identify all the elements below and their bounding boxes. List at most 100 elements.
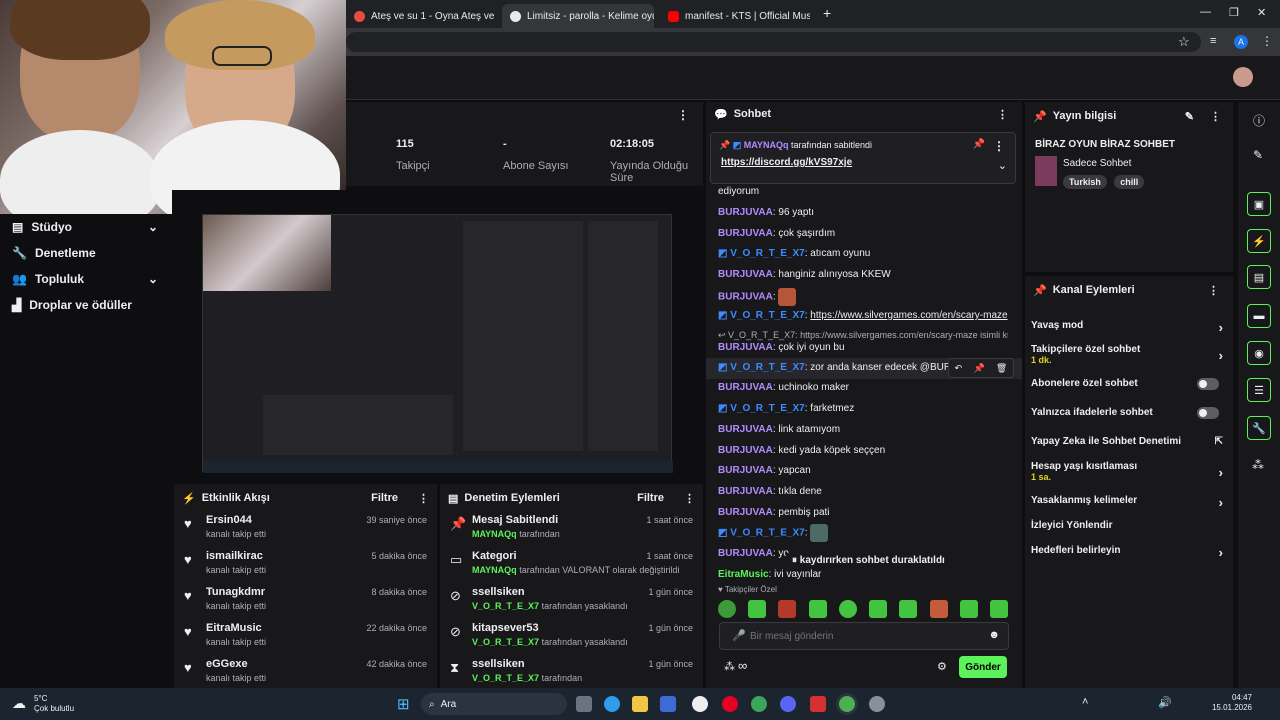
chat-message-hover[interactable]: ◩ V_O_R_T_E_X7: zor anda kanser edecek @… xyxy=(706,358,1022,379)
edit-icon[interactable]: ✎ xyxy=(1253,148,1263,162)
sidebar-item-studio[interactable]: ▤ Stüdyo ⌄ xyxy=(0,214,172,240)
emote-icon[interactable] xyxy=(778,600,797,618)
emote-icon[interactable] xyxy=(808,600,827,618)
emote-icon[interactable] xyxy=(869,600,888,618)
minimize-icon[interactable]: — xyxy=(1200,6,1211,18)
sidebar-item-drops[interactable]: ▟ Droplar ve ödüller xyxy=(0,292,172,318)
chat-username[interactable]: BURJUVAA xyxy=(718,507,773,518)
chat-username[interactable]: BURJUVAA xyxy=(718,207,773,218)
sidebar-item-community[interactable]: 👥 Topluluk ⌄ xyxy=(0,266,172,292)
chat-username[interactable]: V_O_R_T_E_X7 xyxy=(730,248,805,259)
chat-message[interactable]: ◩ V_O_R_T_E_X7: atıcam oyunu xyxy=(718,248,870,259)
chrome-icon[interactable] xyxy=(839,696,855,712)
chat-link[interactable]: https://www.silvergames.com/en/scary-maz… xyxy=(810,310,1007,321)
emote-icon[interactable] xyxy=(959,600,978,618)
browser-tab-active[interactable]: Limitsiz - parolla - Kelime oyun ✕ xyxy=(502,4,654,28)
chat-username[interactable]: BURJUVAA xyxy=(718,424,773,435)
close-window-icon[interactable]: ✕ xyxy=(1257,6,1266,19)
filter-button[interactable]: Filtre xyxy=(371,492,398,504)
send-button[interactable]: Gönder xyxy=(959,656,1007,678)
reading-list-icon[interactable]: ≡ xyxy=(1210,35,1216,47)
file-explorer-icon[interactable] xyxy=(632,696,648,712)
document-icon[interactable]: ▤ xyxy=(1247,265,1271,289)
category-name[interactable]: Sadece Sohbet xyxy=(1063,158,1131,169)
gear-icon[interactable]: ⚙ xyxy=(937,660,947,673)
chat-input[interactable] xyxy=(750,627,980,645)
avatar[interactable] xyxy=(1233,67,1253,87)
chat-username[interactable]: BURJUVAA xyxy=(718,548,773,559)
maximize-icon[interactable]: ❐ xyxy=(1229,6,1239,19)
more-options-icon[interactable]: ⋮ xyxy=(677,108,689,122)
extensions-icon[interactable]: ⁂ xyxy=(1252,458,1264,472)
list-item[interactable]: ⊘ kitapsever53 V_O_R_T_E_X7 tarafından y… xyxy=(440,620,703,656)
chat-message[interactable]: BURJUVAA: uchinoko maker xyxy=(718,382,849,393)
lightning-icon[interactable]: ⚡ xyxy=(1247,229,1271,253)
new-tab-button[interactable]: + xyxy=(823,5,831,21)
chat-username[interactable]: BURJUVAA xyxy=(718,445,773,456)
layout-icon[interactable]: ☰ xyxy=(1247,378,1271,402)
raid-action[interactable]: İzleyici Yönlendir xyxy=(1031,520,1227,531)
browser-tab[interactable]: manifest - KTS | Official Music ✕ xyxy=(660,4,810,28)
filter-button[interactable]: Filtre xyxy=(637,492,664,504)
chat-username[interactable]: BURJUVAA xyxy=(718,486,773,497)
chevron-down-icon[interactable]: ⌄ xyxy=(998,159,1007,172)
settings-gear-icon[interactable] xyxy=(869,696,885,712)
pinterest-icon[interactable] xyxy=(722,696,738,712)
chat-message[interactable]: BURJUVAA: çok iyi oyun bu xyxy=(718,342,845,353)
more-options-icon[interactable]: ⋮ xyxy=(1210,110,1221,123)
channel-points-icon[interactable]: ⁂ xyxy=(724,660,735,673)
profile-avatar-icon[interactable]: A xyxy=(1234,35,1248,49)
stream-preview[interactable] xyxy=(172,190,703,486)
github-icon[interactable] xyxy=(692,696,708,712)
more-options-icon[interactable]: ⋮ xyxy=(1208,284,1219,297)
chat-message[interactable]: ◩ V_O_R_T_E_X7: farketmez xyxy=(718,403,854,414)
subs-only-toggle[interactable] xyxy=(1197,378,1219,390)
globe-icon[interactable] xyxy=(751,696,767,712)
broadcast-icon[interactable]: ◉ xyxy=(1247,341,1271,365)
list-item[interactable]: ♥ ismailkirac kanalı takip etti 5 dakika… xyxy=(174,548,437,584)
chat-message[interactable]: BURJUVAA: tıkla dene xyxy=(718,486,822,497)
chat-bubble-icon[interactable]: ▬ xyxy=(1247,304,1271,328)
tag-pill[interactable]: chill xyxy=(1114,175,1145,189)
taskbar-search[interactable]: ⌕ Ara xyxy=(421,693,567,715)
info-icon[interactable]: ⓘ xyxy=(1253,112,1265,129)
store-icon[interactable] xyxy=(660,696,676,712)
windows-start-icon[interactable]: ⊞ xyxy=(397,695,410,713)
slow-mode-action[interactable]: Yavaş mod › xyxy=(1031,320,1227,335)
banned-words-action[interactable]: Yasaklanmış kelimeler › xyxy=(1031,495,1227,510)
emote-icon[interactable] xyxy=(718,600,736,618)
list-item[interactable]: ♥ Ersin044 kanalı takip etti 39 saniye ö… xyxy=(174,512,437,548)
chat-username[interactable]: BURJUVAA xyxy=(718,228,773,239)
category-thumbnail[interactable] xyxy=(1035,156,1057,186)
chat-username[interactable]: V_O_R_T_E_X7 xyxy=(730,528,805,539)
chat-message[interactable]: BURJUVAA: link atamıyom xyxy=(718,424,840,435)
chat-username[interactable]: EitraMusic xyxy=(718,569,769,580)
chat-message[interactable]: BURJUVAA: xyxy=(718,288,797,306)
emote-icon[interactable] xyxy=(929,600,948,618)
chat-message[interactable]: BURJUVAA: çok şaşırdım xyxy=(718,228,835,239)
edit-icon[interactable]: ✎ xyxy=(1185,110,1194,123)
account-age-action[interactable]: Hesap yaşı kısıtlaması 1 sa. › xyxy=(1031,461,1227,482)
list-item[interactable]: ⊘ ssellsiken V_O_R_T_E_X7 tarafından yas… xyxy=(440,584,703,620)
followers-only-action[interactable]: Takipçilere özel sohbet 1 dk. › xyxy=(1031,344,1227,365)
emote-only-toggle[interactable] xyxy=(1197,407,1219,419)
chat-message[interactable]: ◩ V_O_R_T_E_X7: xyxy=(718,524,829,542)
list-item[interactable]: ♥ eGGexe kanalı takip etti 42 dakika önc… xyxy=(174,656,437,692)
chat-username[interactable]: V_O_R_T_E_X7 xyxy=(730,403,805,414)
pin-icon[interactable]: 📌 xyxy=(973,363,984,374)
emote-icon[interactable] xyxy=(838,600,857,618)
reply-icon[interactable]: ↶ xyxy=(955,363,963,374)
list-item[interactable]: ♥ EitraMusic kanalı takip etti 22 dakika… xyxy=(174,620,437,656)
delete-icon[interactable]: 🗑 xyxy=(996,363,1007,374)
tag-pill[interactable]: Turkish xyxy=(1063,175,1107,189)
chat-username[interactable]: BURJUVAA xyxy=(718,342,773,353)
wrench-icon[interactable]: 🔧 xyxy=(1247,416,1271,440)
chat-message[interactable]: EitraMusic: ivi vayınlar xyxy=(718,569,821,580)
pinned-message[interactable]: 📌 ◩ MAYNAQq tarafından sabitlendi 📌 ⋮ ht… xyxy=(710,132,1016,184)
bookmark-star-icon[interactable]: ☆ xyxy=(1178,34,1190,50)
list-item[interactable]: ♥ Tunagkdmr kanalı takip etti 8 dakika ö… xyxy=(174,584,437,620)
browser-tab[interactable]: Ateş ve su 1 - Oyna Ateş ve su ✕ xyxy=(346,4,496,28)
chat-username[interactable]: BURJUVAA xyxy=(718,382,773,393)
browser-menu-icon[interactable]: ⋮ xyxy=(1261,34,1273,48)
more-options-icon[interactable]: ⋮ xyxy=(997,108,1008,121)
